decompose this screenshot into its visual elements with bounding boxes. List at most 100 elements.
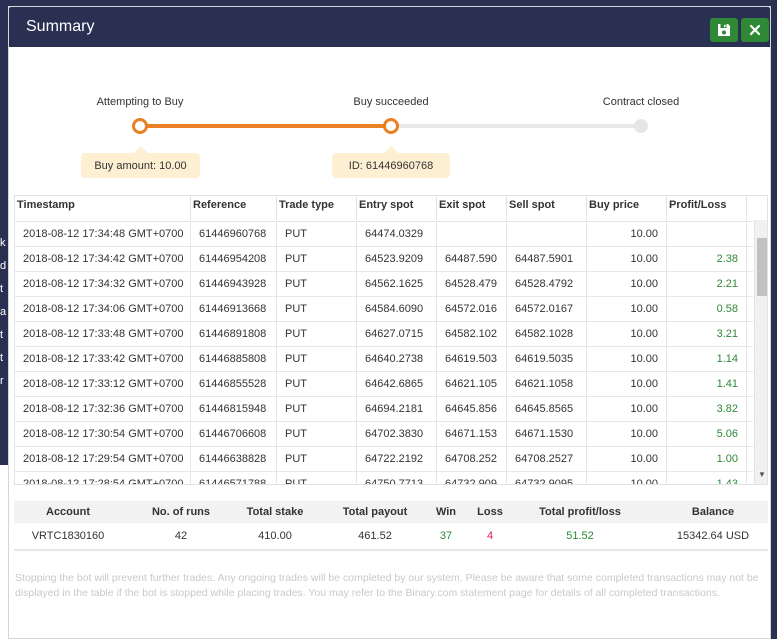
cell-buy-price: 10.00	[587, 372, 667, 396]
cell-profit-loss: 2.21	[667, 272, 747, 296]
cell-sell-spot: 64732.9095	[507, 472, 587, 484]
cell-trade-type: PUT	[277, 372, 357, 396]
cell-buy-price: 10.00	[587, 447, 667, 471]
cell-trade-type: PUT	[277, 347, 357, 371]
summary-table: Account No. of runs Total stake Total payou…	[14, 501, 768, 551]
cell-reference: 61446960768	[191, 222, 277, 246]
table-row: 2018-08-12 17:33:12 GMT+0700 61446855528 P…	[15, 371, 753, 396]
cell-timestamp: 2018-08-12 17:34:42 GMT+0700	[15, 247, 191, 271]
cell-timestamp: 2018-08-12 17:32:36 GMT+0700	[15, 397, 191, 421]
column-header-entry-spot: Entry spot	[357, 196, 437, 220]
cell-profit-loss: 1.41	[667, 372, 747, 396]
cell-reference: 61446954208	[191, 247, 277, 271]
column-header-profit-loss: Profit/Loss	[667, 196, 747, 220]
cell-trade-type: PUT	[277, 272, 357, 296]
summary-value-win: 37	[439, 530, 453, 542]
cell-sell-spot: 64572.0167	[507, 297, 587, 321]
cell-timestamp: 2018-08-12 17:34:48 GMT+0700	[15, 222, 191, 246]
cell-profit-loss: 0.58	[667, 297, 747, 321]
cell-timestamp: 2018-08-12 17:34:06 GMT+0700	[15, 297, 191, 321]
summary-header-balance: Balance	[691, 506, 735, 518]
step-label-closed: Contract closed	[602, 96, 680, 108]
background-letter: t	[0, 352, 4, 364]
cell-reference: 61446706608	[191, 422, 277, 446]
table-row: 2018-08-12 17:34:32 GMT+0700 61446943928 P…	[15, 271, 753, 296]
step-label-succeeded: Buy succeeded	[353, 96, 429, 108]
cell-buy-price: 10.00	[587, 347, 667, 371]
cell-profit-loss	[667, 222, 747, 246]
cell-sell-spot: 64528.4792	[507, 272, 587, 296]
cell-buy-price: 10.00	[587, 272, 667, 296]
cell-sell-spot: 64645.8565	[507, 397, 587, 421]
cell-sell-spot: 64708.2527	[507, 447, 587, 471]
table-row: 2018-08-12 17:34:48 GMT+0700 61446960768 P…	[15, 221, 753, 246]
floppy-disk-icon	[718, 24, 730, 36]
cell-trade-type: PUT	[277, 297, 357, 321]
background-page-lower	[0, 465, 8, 639]
summary-row: VRTC1830160 42 410.00 461.52 37 4 51.52 15342.6…	[14, 524, 768, 549]
cell-exit-spot: 64528.479	[437, 272, 507, 296]
cell-profit-loss: 5.06	[667, 422, 747, 446]
summary-value-balance: 15342.64 USD	[676, 530, 750, 542]
table-row: 2018-08-12 17:30:54 GMT+0700 61446706608 P…	[15, 421, 753, 446]
save-button[interactable]	[710, 18, 738, 42]
dialog-title: Summary	[26, 18, 95, 35]
scrollbar-thumb[interactable]	[757, 238, 767, 296]
cell-trade-type: PUT	[277, 322, 357, 346]
trades-table-header: Timestamp Reference Trade type Entry spot Ex…	[15, 196, 755, 220]
summary-value-total-stake: 410.00	[258, 530, 292, 542]
cell-reference: 61446571788	[191, 472, 277, 484]
buy-amount-tooltip: Buy amount: 10.00	[81, 146, 200, 178]
column-header-trade-type: Trade type	[277, 196, 357, 220]
column-header-reference: Reference	[191, 196, 277, 220]
cell-reference: 61446815948	[191, 397, 277, 421]
cell-profit-loss: 3.21	[667, 322, 747, 346]
cell-buy-price: 10.00	[587, 297, 667, 321]
cell-timestamp: 2018-08-12 17:33:42 GMT+0700	[15, 347, 191, 371]
summary-value-account: VRTC1830160	[31, 530, 105, 542]
cell-trade-type: PUT	[277, 447, 357, 471]
cell-reference: 61446913668	[191, 297, 277, 321]
cell-trade-type: PUT	[277, 247, 357, 271]
cell-profit-loss: 3.82	[667, 397, 747, 421]
table-row: 2018-08-12 17:29:54 GMT+0700 61446638828 P…	[15, 446, 753, 471]
background-letter: a	[0, 306, 7, 318]
column-header-sell-spot: Sell spot	[507, 196, 587, 220]
cell-entry-spot: 64627.0715	[357, 322, 437, 346]
table-row: 2018-08-12 17:28:54 GMT+0700 61446571788 P…	[15, 471, 753, 484]
cell-timestamp: 2018-08-12 17:33:48 GMT+0700	[15, 322, 191, 346]
cell-trade-type: PUT	[277, 472, 357, 484]
summary-header-total-stake: Total stake	[246, 506, 304, 518]
summary-value-total-profit-loss: 51.52	[566, 530, 594, 542]
contract-id-tooltip: ID: 61446960768	[332, 146, 450, 178]
cell-sell-spot: 64487.5901	[507, 247, 587, 271]
summary-header-total-payout: Total payout	[342, 506, 408, 518]
cell-trade-type: PUT	[277, 397, 357, 421]
cell-exit-spot: 64732.909	[437, 472, 507, 484]
trades-table: Timestamp Reference Trade type Entry spot Ex…	[14, 195, 768, 485]
column-header-exit-spot: Exit spot	[437, 196, 507, 220]
progress-track-done	[140, 124, 392, 128]
cell-buy-price: 10.00	[587, 472, 667, 484]
summary-dialog: Summary Attempting to Buy Buy succeeded …	[8, 6, 771, 639]
summary-header-account: Account	[46, 506, 90, 518]
progress-track-pending	[392, 124, 641, 128]
trades-scrollbar[interactable]: ▼	[754, 220, 767, 484]
cell-exit-spot: 64708.252	[437, 447, 507, 471]
summary-value-total-payout: 461.52	[358, 530, 392, 542]
cell-exit-spot	[437, 222, 507, 246]
cell-sell-spot: 64621.1058	[507, 372, 587, 396]
cell-entry-spot: 64562.1625	[357, 272, 437, 296]
background-letter: t	[0, 283, 4, 295]
cell-buy-price: 10.00	[587, 422, 667, 446]
cell-reference: 61446943928	[191, 272, 277, 296]
cell-reference: 61446885808	[191, 347, 277, 371]
cell-timestamp: 2018-08-12 17:28:54 GMT+0700	[15, 472, 191, 484]
scroll-down-arrow-icon[interactable]: ▼	[758, 470, 766, 479]
close-button[interactable]	[741, 18, 769, 42]
cell-exit-spot: 64671.153	[437, 422, 507, 446]
cell-exit-spot: 64572.016	[437, 297, 507, 321]
column-header-timestamp: Timestamp	[15, 196, 191, 220]
cell-entry-spot: 64584.6090	[357, 297, 437, 321]
cell-buy-price: 10.00	[587, 397, 667, 421]
